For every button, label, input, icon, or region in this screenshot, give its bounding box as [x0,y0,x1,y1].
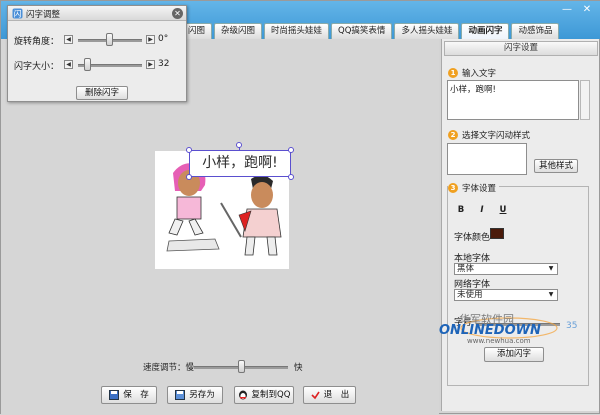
save-as-icon [175,390,186,400]
tab-qq-funny[interactable]: QQ搞笑表情 [331,23,393,39]
tab-bar: 闪图 杂级闪图 时尚摇头娃娃 QQ搞笑表情 多人摇头娃娃 动画闪字 动感饰品 [181,23,561,39]
save-as-button[interactable]: 另存为 [167,386,223,404]
rotate-handle[interactable] [236,142,242,148]
size-label: 闪字大小： [14,62,60,72]
copy-to-qq-button[interactable]: 复制到QQ [234,386,294,404]
size-value: 32 [158,59,170,69]
rotate-value: 0° [158,34,169,44]
app-icon: 闪 [12,8,23,19]
qq-penguin-icon [238,390,247,400]
chevron-down-icon: ▼ [548,265,554,272]
step-1-icon: 1 [448,68,458,78]
step-3-icon: 3 [448,183,458,193]
speed-fast-label: 快 [294,363,303,373]
resize-handle-top-right[interactable] [288,147,294,153]
resize-handle-bottom-right[interactable] [288,174,294,180]
underline-button[interactable]: U [496,203,510,217]
tab-animated-text[interactable]: 动画闪字 [461,23,510,39]
resize-handle-bottom-left[interactable] [186,174,192,180]
flash-text-bubble[interactable]: 小样，跑啊! [189,150,291,177]
tab-multi-bobblehead[interactable]: 多人摇头娃娃 [394,23,460,39]
watermark-logo: 华军软件园 ONLINEDOWN www.newhua.com [439,311,569,345]
minimize-icon[interactable]: — [559,3,575,16]
chevron-down-icon: ▼ [548,291,554,298]
dialog-title: 闪字调整 [26,10,61,20]
text-input-area[interactable]: 小样，跑啊! [447,80,579,120]
dialog-title-bar[interactable]: 闪 闪字调整 ✕ [8,6,186,21]
speed-label: 速度调节：慢 [143,363,195,373]
resize-handle-top-left[interactable] [186,147,192,153]
italic-button[interactable]: I [475,203,489,217]
bold-button[interactable]: B [454,203,468,217]
exit-icon [311,391,320,400]
other-style-button[interactable]: 其他样式 [534,159,578,173]
font-color-swatch[interactable] [490,228,504,239]
web-font-select[interactable]: 未使用 ▼ [454,289,558,301]
step-2-icon: 2 [448,130,458,140]
floppy-icon [109,390,120,400]
local-font-select[interactable]: 黑体 ▼ [454,263,558,275]
panel-header: 闪字设置 [444,41,598,56]
style-section: 2 选择文字闪动样式 [448,129,530,141]
tab-misc-flash[interactable]: 杂级闪图 [214,23,263,39]
svg-text:闪: 闪 [14,10,22,19]
text-input-scrollbar[interactable] [580,80,590,120]
size-slider-thumb[interactable] [84,58,91,71]
rotate-label: 旋转角度： [14,37,60,47]
tab-accessories[interactable]: 动感饰品 [511,23,560,39]
rotate-increase-button[interactable]: ▶ [146,35,155,44]
flash-text-adjust-dialog: 闪 闪字调整 ✕ 旋转角度： ◀ ▶ 0° 闪字大小： ◀ ▶ 32 删除闪字 [7,5,187,102]
font-settings-section: 3 字体设置 [448,182,500,194]
settings-panel: 闪字设置 1 输入文字 小样，跑啊! 2 选择文字闪动样式 其他样式 3 字体设… [441,39,599,411]
rotate-decrease-button[interactable]: ◀ [64,35,73,44]
tab-fashion-bobblehead[interactable]: 时尚摇头娃娃 [264,23,330,39]
input-text-section: 1 输入文字 [448,67,496,79]
delete-flash-text-button[interactable]: 删除闪字 [76,86,128,100]
app-window: — ✕ 闪图 杂级闪图 时尚摇头娃娃 QQ搞笑表情 多人摇头娃娃 动画闪字 动感… [0,0,600,415]
style-preview-box[interactable] [447,143,527,175]
watermark-en: ONLINEDOWN [439,323,541,338]
font-color-label: 字体颜色 [454,233,491,243]
speed-slider-thumb[interactable] [238,360,245,373]
add-flash-text-button[interactable]: 添加闪字 [484,347,544,362]
close-icon[interactable]: ✕ [579,3,595,16]
size-decrease-button[interactable]: ◀ [64,60,73,69]
save-button[interactable]: 保 存 [101,386,157,404]
dialog-close-icon[interactable]: ✕ [172,8,183,19]
exit-button[interactable]: 退 出 [303,386,356,404]
size-increase-button[interactable]: ▶ [146,60,155,69]
watermark-url: www.newhua.com [467,337,531,345]
rotate-slider-thumb[interactable] [106,33,113,46]
